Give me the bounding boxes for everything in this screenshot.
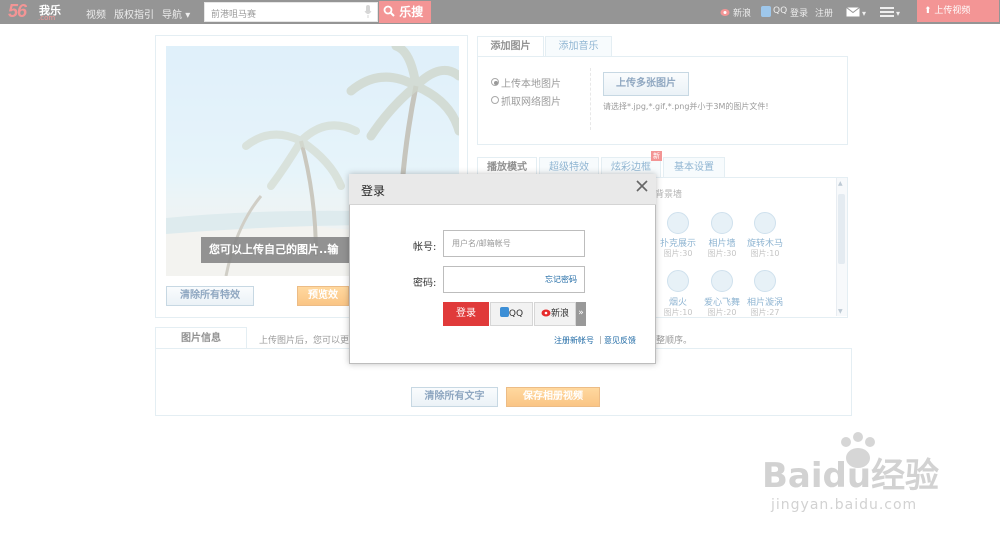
close-icon[interactable] <box>634 178 650 194</box>
weibo-login-button[interactable]: 新浪 <box>534 302 576 326</box>
watermark-bai: Bai <box>762 456 823 496</box>
qq-icon <box>499 307 509 317</box>
weibo-icon <box>541 309 551 317</box>
login-dialog-title: 登录 <box>361 184 386 198</box>
watermark-brand: Baidu经验 <box>762 448 939 497</box>
qq-login-label: QQ <box>508 309 524 319</box>
account-label: 帐号: <box>413 242 437 253</box>
weibo-login-label: 新浪 <box>550 309 569 319</box>
login-button[interactable]: 登录 <box>443 302 489 326</box>
qq-login-button[interactable]: QQ <box>490 302 533 326</box>
feedback-link[interactable]: 意见反馈 <box>604 335 636 346</box>
watermark-du: du <box>822 456 872 496</box>
forgot-password-link[interactable]: 忘记密码 <box>545 274 577 285</box>
login-dialog-header <box>349 174 656 205</box>
password-label: 密码: <box>413 278 437 289</box>
more-login-options[interactable]: » <box>576 302 586 326</box>
account-input[interactable]: 用户名/邮箱帐号 <box>443 230 585 257</box>
link-separator: | <box>599 335 602 344</box>
register-new-account-link[interactable]: 注册新帐号 <box>554 335 594 346</box>
watermark-jingyan: 经验 <box>871 456 940 496</box>
watermark-url: jingyan.baidu.com <box>771 497 918 513</box>
